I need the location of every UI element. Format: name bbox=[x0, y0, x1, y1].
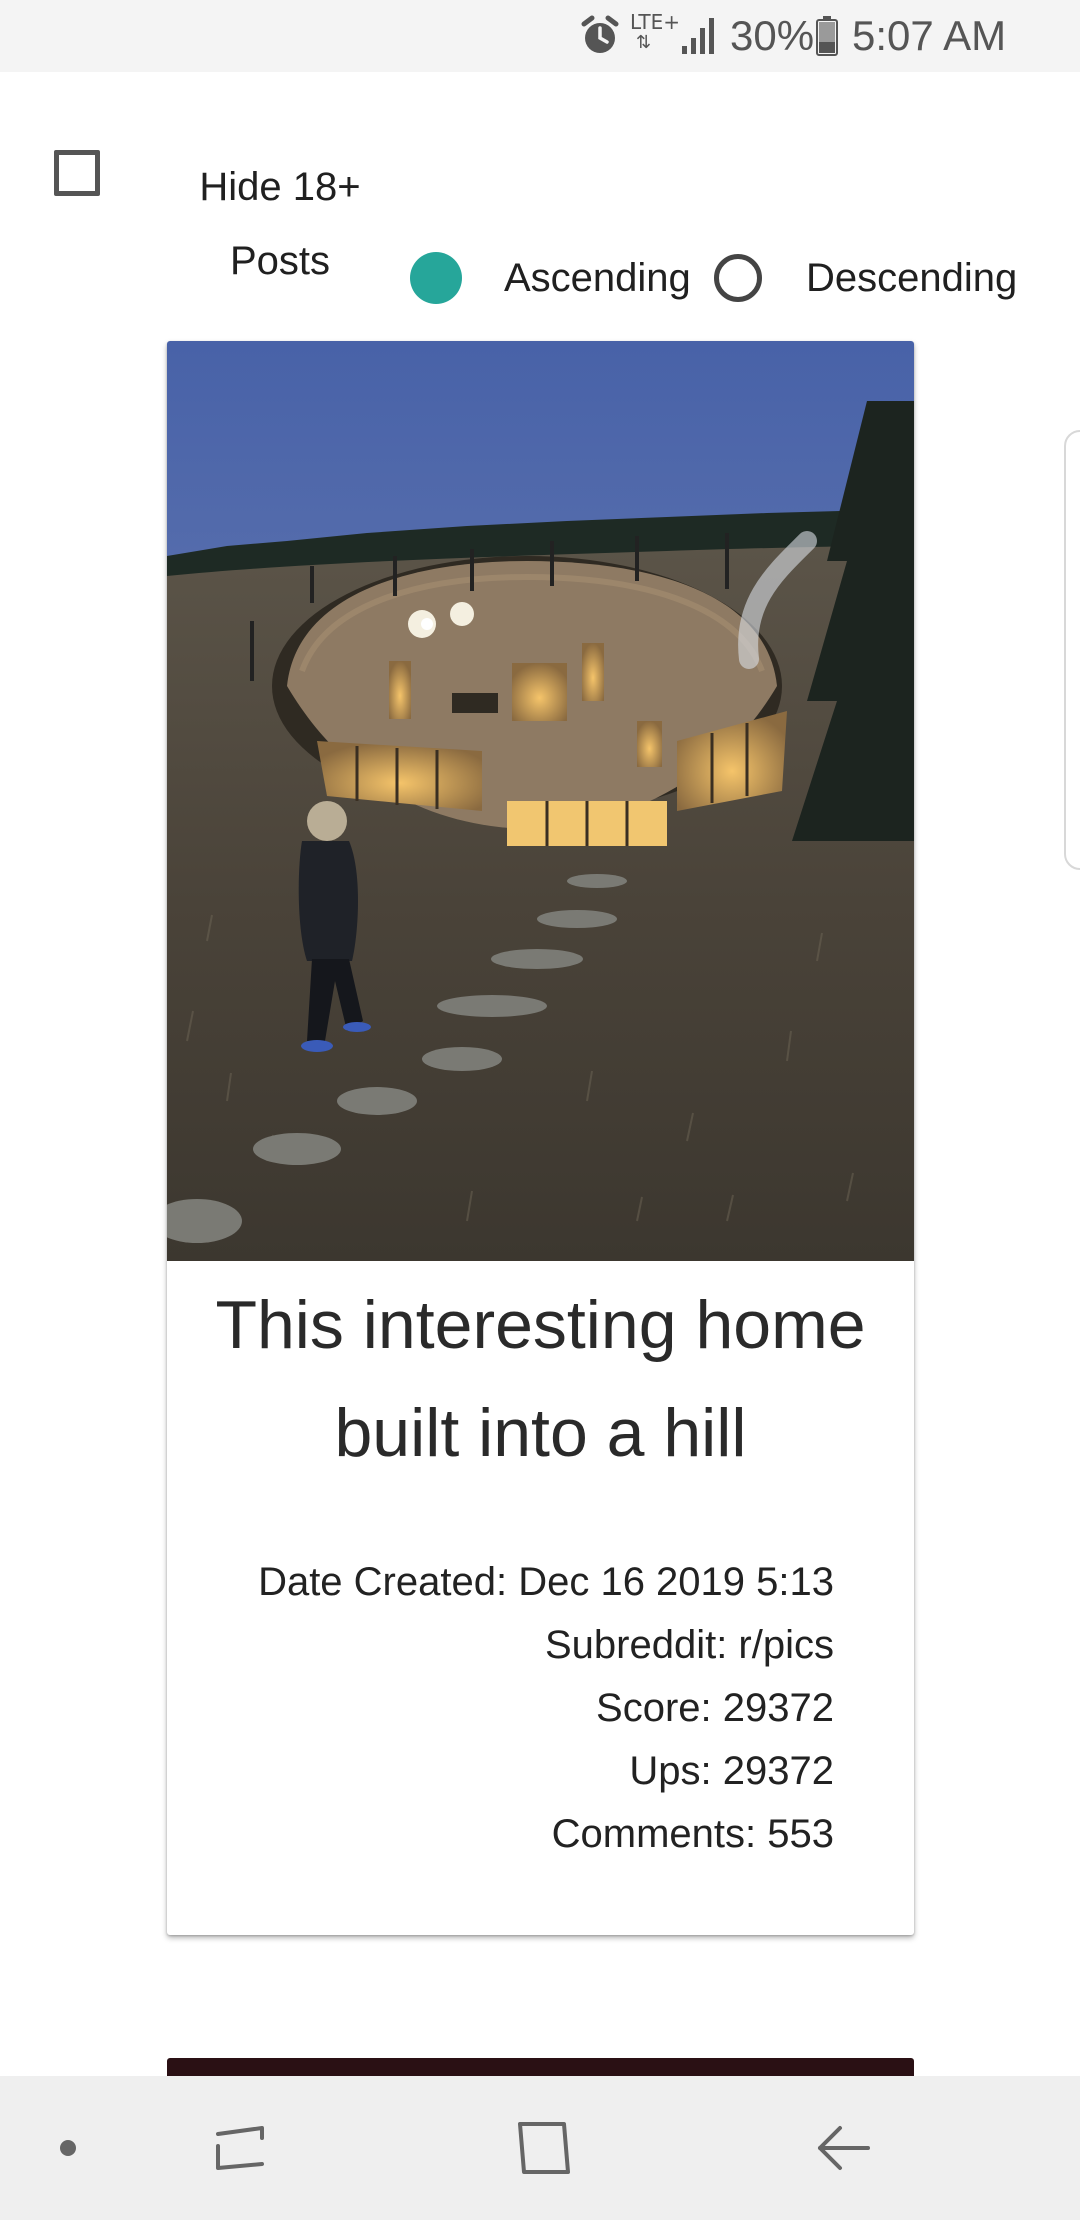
post-comments: Comments: 553 bbox=[551, 1812, 834, 1856]
back-icon[interactable] bbox=[814, 2120, 874, 2176]
hide-nsfw-checkbox[interactable] bbox=[54, 150, 100, 196]
network-activity-icon: ⇅ bbox=[636, 32, 652, 53]
post-date-created: Date Created: Dec 16 2019 5:13 bbox=[258, 1560, 834, 1604]
sort-descending-radio[interactable] bbox=[714, 254, 762, 302]
sort-ascending-radio[interactable] bbox=[410, 252, 462, 304]
post-title[interactable]: This interesting home built into a hill bbox=[187, 1271, 894, 1487]
filter-sort-controls: Hide 18+ Posts Ascending Descending bbox=[0, 100, 1080, 304]
sort-ascending-label[interactable]: Ascending bbox=[504, 255, 691, 301]
post-subreddit: Subreddit: r/pics bbox=[544, 1623, 834, 1667]
alarm-icon bbox=[581, 15, 619, 53]
hide-nsfw-label[interactable]: Hide 18+ Posts bbox=[170, 150, 390, 298]
battery-percent: 30% bbox=[730, 12, 815, 59]
recent-apps-icon[interactable] bbox=[210, 2120, 270, 2176]
post-score: Score: 29372 bbox=[596, 1686, 834, 1730]
post-card[interactable]: This interesting home built into a hill … bbox=[167, 341, 914, 1935]
battery-icon bbox=[816, 16, 838, 56]
post-ups: Ups: 29372 bbox=[629, 1749, 834, 1793]
sort-descending-label[interactable]: Descending bbox=[806, 255, 1017, 301]
edge-panel-handle[interactable] bbox=[1064, 430, 1080, 870]
status-bar: LTE+ ⇅ 30% 5:07 AM bbox=[0, 0, 1080, 72]
post-image[interactable] bbox=[167, 341, 914, 1261]
dot-icon[interactable] bbox=[60, 2140, 76, 2156]
post-meta: Date Created: Dec 16 2019 5:13 Subreddit… bbox=[258, 1551, 834, 1866]
network-type: LTE+ bbox=[630, 10, 680, 34]
signal-icon bbox=[682, 18, 714, 54]
navigation-bar bbox=[0, 2076, 1080, 2220]
home-icon[interactable] bbox=[514, 2118, 574, 2178]
clock: 5:07 AM bbox=[852, 12, 1007, 59]
